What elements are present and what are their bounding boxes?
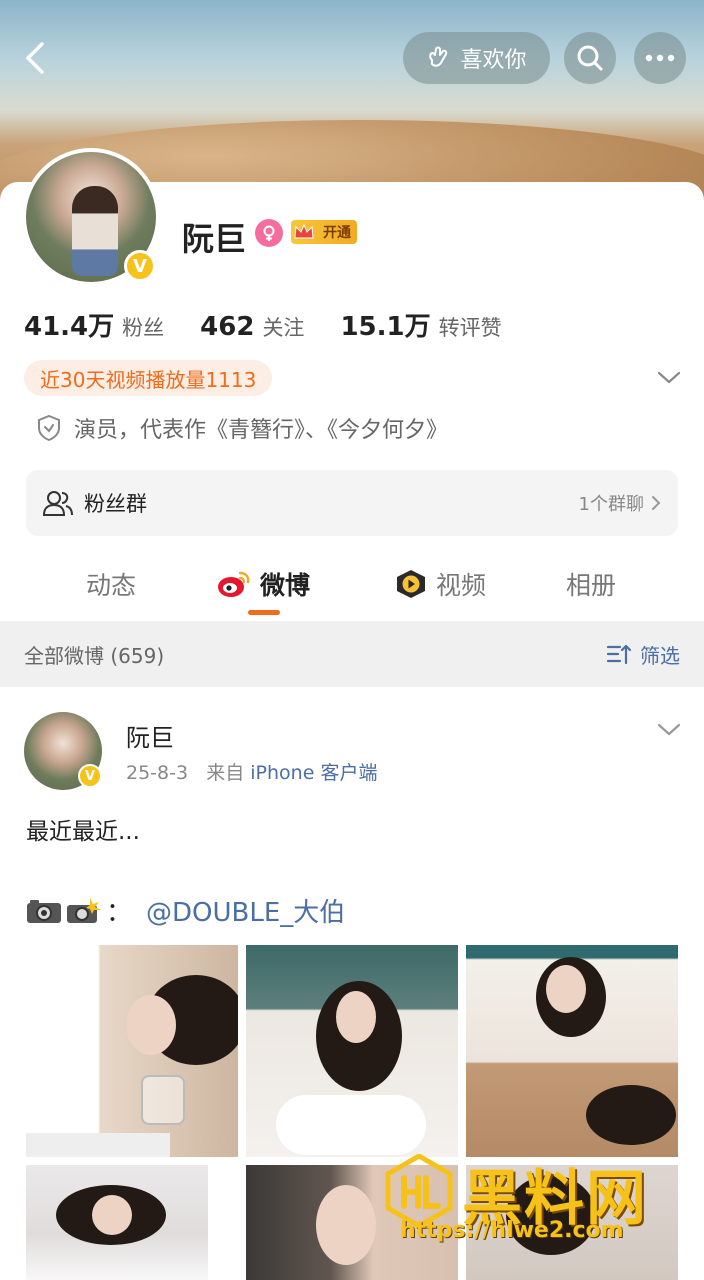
weibo-filter-bar: 全部微博 (659) 筛选 xyxy=(0,621,704,687)
filter-label: 筛选 xyxy=(640,643,680,668)
following-label[interactable]: 关注 xyxy=(262,312,304,342)
followers-label[interactable]: 粉丝 xyxy=(122,312,164,342)
crown-icon xyxy=(294,223,314,239)
search-button[interactable] xyxy=(564,32,616,84)
like-you-label: 喜欢你 xyxy=(460,48,527,73)
back-button[interactable] xyxy=(18,38,58,78)
tab-weibo-label: 微博 xyxy=(260,571,311,600)
post-image-3[interactable] xyxy=(466,945,678,1157)
tab-album[interactable]: 相册 xyxy=(566,566,616,602)
avatar-figure xyxy=(72,186,118,276)
post-credit-row: ： @DOUBLE_大伯 xyxy=(26,892,345,929)
interactions-count[interactable]: 15.1万 xyxy=(340,306,430,343)
camera-icon xyxy=(27,899,61,923)
profile-description: 演员，代表作《青簪行》、《今夕何夕》 xyxy=(36,412,448,444)
fan-group-count-text: 1个群聊 xyxy=(578,494,644,515)
post-source-prefix: 来自 xyxy=(206,762,245,784)
filter-button[interactable]: 筛选 xyxy=(606,640,680,669)
profile-tabs: 动态 微博 视频 相册 xyxy=(0,556,704,620)
profile-name: 阮巨 xyxy=(182,220,247,258)
female-gender-icon xyxy=(255,219,283,247)
post-text: 最近最近... xyxy=(26,819,140,845)
following-count[interactable]: 462 xyxy=(200,312,254,342)
like-you-button[interactable]: 喜欢你 xyxy=(403,32,550,84)
post-meta: 25-8-3 来自 iPhone 客户端 xyxy=(126,758,377,785)
post-date: 25-8-3 xyxy=(126,762,189,784)
post-source[interactable]: iPhone 客户端 xyxy=(250,762,377,784)
chevron-right-icon xyxy=(652,496,661,510)
interactions-label[interactable]: 转评赞 xyxy=(439,312,502,342)
post-options-chevron-icon[interactable] xyxy=(656,718,682,740)
hand-heart-icon xyxy=(429,46,448,67)
description-text: 演员，代表作《青簪行》、《今夕何夕》 xyxy=(74,418,449,443)
photographer-mention-link[interactable]: @DOUBLE_大伯 xyxy=(146,892,345,929)
video-play-count-pill[interactable]: 近30天视频播放量1113 xyxy=(24,360,273,396)
search-icon xyxy=(577,45,603,71)
filter-icon xyxy=(606,644,632,665)
post-author-name[interactable]: 阮巨 xyxy=(126,718,174,753)
watermark-logo-icon xyxy=(385,1154,453,1228)
back-arrow-icon xyxy=(26,42,44,74)
post-verified-badge: V xyxy=(78,764,102,788)
followers-count[interactable]: 41.4万 xyxy=(24,306,114,343)
chevron-down-icon[interactable] xyxy=(656,366,682,388)
tab-video[interactable]: 视频 xyxy=(394,566,486,602)
watermark: 黑料网 https://hlwe2.com xyxy=(384,1150,684,1260)
profile-stats: 41.4万 粉丝 462 关注 15.1万 转评赞 xyxy=(24,306,538,343)
fan-group-row[interactable]: 粉丝群 1个群聊 xyxy=(26,470,678,536)
active-tab-indicator xyxy=(248,610,280,615)
post-image-1[interactable] xyxy=(26,945,238,1157)
post-image-1-shadow xyxy=(26,1133,170,1157)
shield-icon xyxy=(38,414,60,442)
fan-group-title: 粉丝群 xyxy=(84,492,147,516)
tab-video-label: 视频 xyxy=(436,571,487,600)
post-image-2[interactable] xyxy=(246,945,458,1157)
vip-open-label: 开通 xyxy=(323,225,351,241)
watermark-url: https://hlwe2.com xyxy=(400,1218,624,1243)
credit-separator: ： xyxy=(106,898,133,928)
post-image-4[interactable] xyxy=(26,1165,208,1280)
vip-open-badge[interactable]: 开通 xyxy=(291,220,357,244)
more-dots-icon xyxy=(645,54,675,62)
fan-group-count: 1个群聊 xyxy=(579,490,662,516)
tab-dynamics[interactable]: 动态 xyxy=(86,566,136,602)
more-button[interactable] xyxy=(634,32,686,84)
group-users-icon xyxy=(42,491,73,516)
video-play-icon xyxy=(397,570,425,598)
tab-album-label: 相册 xyxy=(566,571,617,600)
tab-dynamics-label: 动态 xyxy=(86,571,137,600)
tab-weibo[interactable]: 微博 xyxy=(216,566,310,602)
camera-flash-icon xyxy=(67,897,101,923)
weibo-count: 全部微博 (659) xyxy=(24,643,165,668)
weibo-logo-icon xyxy=(218,571,250,597)
verified-badge: V xyxy=(124,250,156,282)
